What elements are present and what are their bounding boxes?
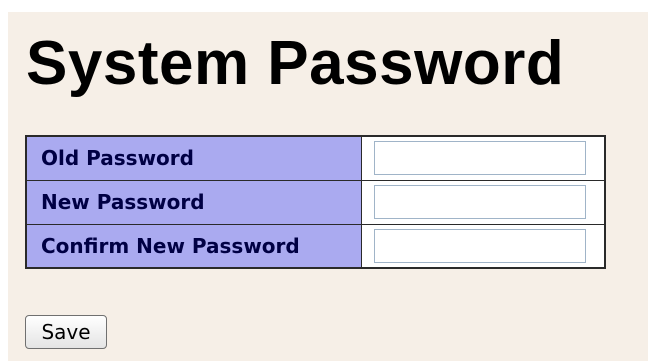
- new-password-label: New Password: [26, 179, 362, 224]
- confirm-new-password-label: Confirm New Password: [26, 223, 362, 268]
- page-title: System Password: [26, 29, 565, 98]
- table-row: New Password: [26, 179, 605, 224]
- confirm-new-password-field[interactable]: [373, 228, 586, 263]
- table-row: Old Password: [26, 136, 605, 180]
- password-table: Old Password New Password Confirm New Pa…: [25, 135, 606, 269]
- new-password-field[interactable]: [373, 185, 586, 219]
- old-password-cell: [361, 136, 605, 180]
- old-password-label: Old Password: [26, 136, 362, 180]
- old-password-field[interactable]: [373, 141, 586, 176]
- page-container: System Password Old Password New Passwor…: [8, 12, 648, 361]
- table-row: Confirm New Password: [26, 223, 605, 268]
- confirm-new-password-cell: [361, 223, 605, 268]
- save-button[interactable]: Save: [25, 315, 107, 349]
- new-password-cell: [361, 179, 605, 224]
